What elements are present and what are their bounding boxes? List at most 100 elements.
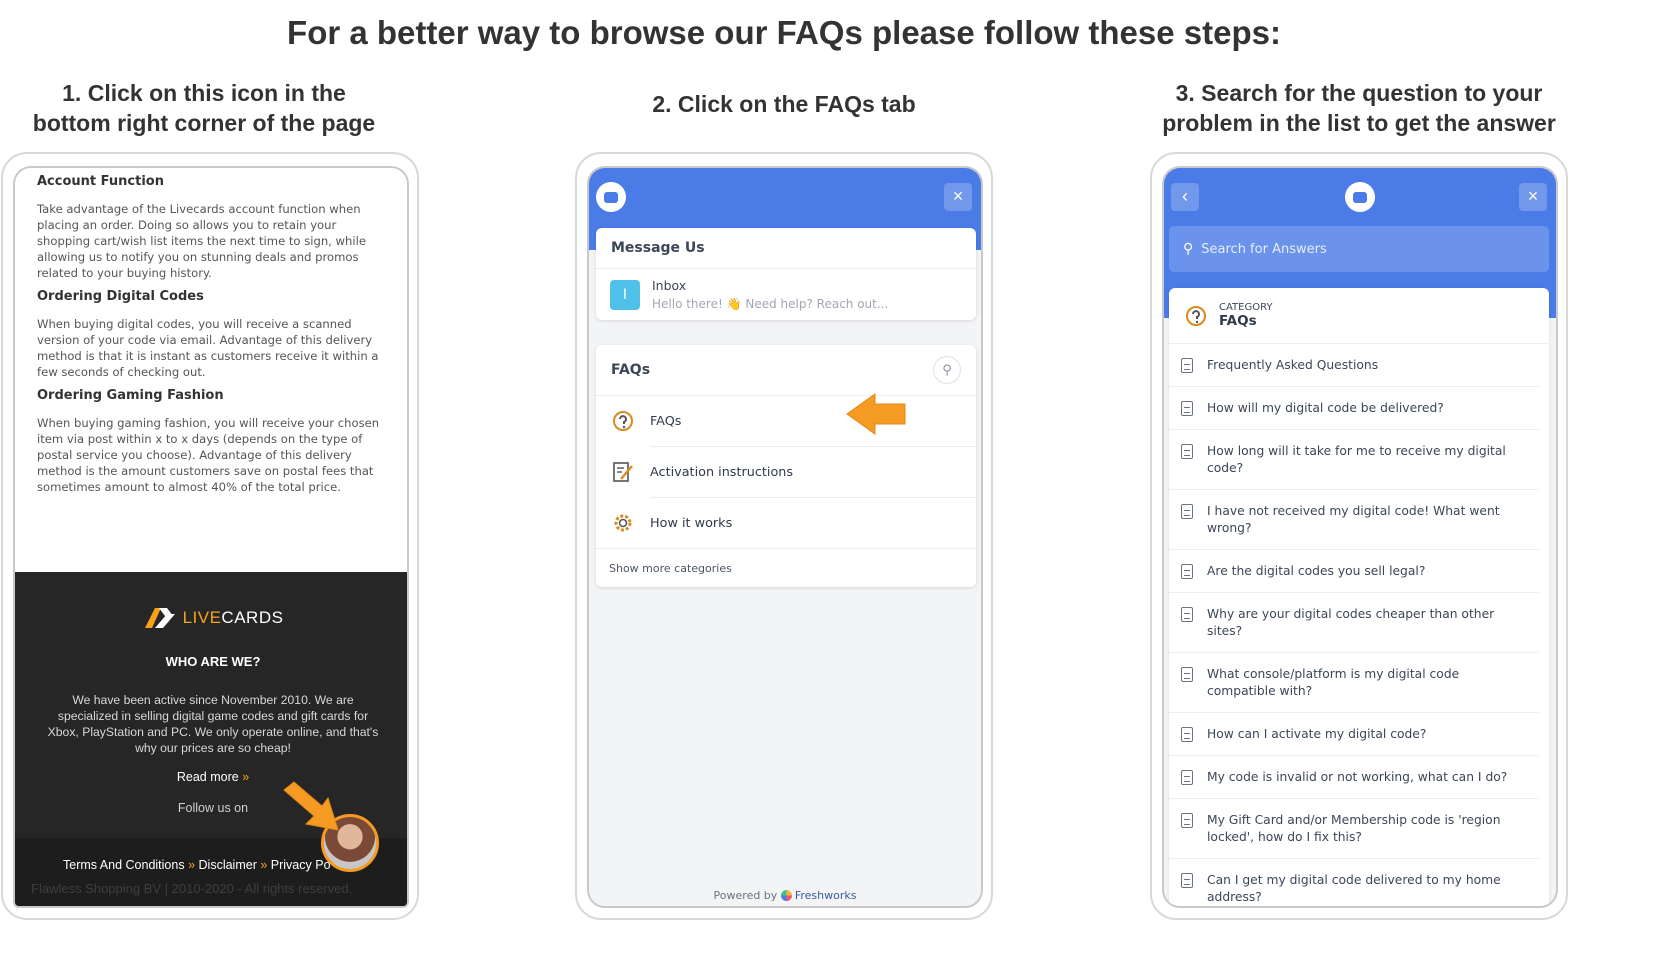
livecards-logo-text: LIVECARDS: [182, 608, 284, 627]
close-button[interactable]: ×: [1519, 183, 1547, 211]
document-icon: [1181, 813, 1193, 828]
section-body: Take advantage of the Livecards account …: [37, 202, 366, 280]
arrow-pointer-left: [846, 393, 906, 435]
search-icon: ⚲: [1183, 241, 1194, 257]
faqs-card-title: FAQs: [611, 362, 651, 378]
category-faqs[interactable]: FAQs: [596, 396, 976, 446]
faq-list-card: CATEGORY FAQs Frequently Asked Questions…: [1169, 288, 1549, 906]
category-name: FAQs: [1219, 313, 1257, 329]
section-heading: Ordering Digital Codes: [37, 289, 204, 304]
document-icon: [1181, 873, 1193, 888]
phone-frame-3: ‹ × ⚲ Search for Answers CATEGORY FAQs F…: [1150, 152, 1568, 920]
step-1-line-1: 1. Click on this icon in the: [62, 80, 346, 106]
question-text: Frequently Asked Questions: [1207, 358, 1379, 372]
chat-widget-screen: × Message Us I Inbox Hello there! 👋 Need…: [587, 166, 983, 908]
question-list: Frequently Asked Questions How will my di…: [1169, 344, 1549, 906]
gear-icon: [610, 510, 636, 536]
phone-frame-2: × Message Us I Inbox Hello there! 👋 Need…: [575, 152, 993, 920]
step-3-line-1: 3. Search for the question to your: [1175, 80, 1543, 106]
question-text: Why are your digital codes cheaper than …: [1207, 607, 1495, 638]
category-activation[interactable]: Activation instructions: [596, 447, 976, 497]
step-3-title: 3. Search for the question to your probl…: [1150, 78, 1568, 138]
question-text: How can I activate my digital code?: [1207, 727, 1427, 741]
chat-logo-icon: [1345, 182, 1375, 212]
faq-question-item[interactable]: Why are your digital codes cheaper than …: [1169, 593, 1539, 653]
chat-logo-icon: [596, 182, 626, 212]
arrow-pointer-down-right: [283, 781, 339, 831]
faq-question-item[interactable]: Can I get my digital code delivered to m…: [1169, 859, 1539, 906]
website-screen: Account Function Take advantage of the L…: [13, 166, 409, 908]
faq-question-item[interactable]: How can I activate my digital code?: [1169, 713, 1539, 756]
inbox-item[interactable]: I Inbox Hello there! 👋 Need help? Reach …: [596, 269, 976, 320]
step-1-title: 1. Click on this icon in the bottom righ…: [0, 78, 408, 138]
faq-question-item[interactable]: Are the digital codes you sell legal?: [1169, 550, 1539, 593]
faq-question-item[interactable]: I have not received my digital code! Wha…: [1169, 490, 1539, 550]
activation-icon: [610, 459, 636, 485]
step-3-line-2: problem in the list to get the answer: [1162, 110, 1556, 136]
question-text: How will my digital code be delivered?: [1207, 401, 1444, 415]
step-1-line-2: bottom right corner of the page: [32, 110, 376, 136]
who-are-we-heading: WHO ARE WE?: [165, 654, 261, 669]
page-title: For a better way to browse our FAQs plea…: [287, 14, 1281, 51]
inbox-preview: Hello there! 👋 Need help? Reach out...: [652, 297, 889, 311]
follow-us-label: Follow us on: [177, 801, 249, 815]
faq-list-screen: ‹ × ⚲ Search for Answers CATEGORY FAQs F…: [1162, 166, 1558, 908]
faq-question-item[interactable]: How will my digital code be delivered?: [1169, 387, 1539, 430]
faqs-card: FAQs ⚲ FAQs Activation instructions How …: [596, 345, 976, 587]
document-icon: [1181, 607, 1193, 622]
search-icon[interactable]: ⚲: [933, 356, 961, 384]
faq-question-item[interactable]: My Gift Card and/or Membership code is '…: [1169, 799, 1539, 859]
copyright-text: Flawless Shopping BV | 2010-2020 - All r…: [31, 881, 353, 896]
faq-question-item[interactable]: Frequently Asked Questions: [1169, 344, 1539, 387]
show-more-categories-link[interactable]: Show more categories: [596, 549, 976, 587]
category-label: FAQs: [650, 413, 682, 429]
inbox-title: Inbox: [652, 278, 687, 293]
category-label: How it works: [650, 515, 733, 531]
faq-icon: [610, 408, 636, 434]
footer-links: Terms And Conditions » Disclaimer » Priv…: [63, 858, 331, 872]
phone-frame-1: Account Function Take advantage of the L…: [1, 152, 419, 920]
category-how-it-works[interactable]: How it works: [596, 498, 976, 548]
question-text: Are the digital codes you sell legal?: [1207, 564, 1426, 578]
category-label: CATEGORY: [1219, 302, 1273, 313]
document-icon: [1181, 564, 1193, 579]
faq-icon: [1183, 303, 1209, 329]
question-text: Can I get my digital code delivered to m…: [1207, 873, 1501, 904]
section-body: When buying digital codes, you will rece…: [37, 317, 379, 379]
message-us-card: Message Us I Inbox Hello there! 👋 Need h…: [596, 228, 976, 320]
faq-question-item[interactable]: What console/platform is my digital code…: [1169, 653, 1539, 713]
step-2-title: 2. Click on the FAQs tab: [652, 91, 916, 117]
document-icon: [1181, 770, 1193, 785]
message-us-title: Message Us: [611, 240, 705, 256]
document-icon: [1181, 667, 1193, 682]
document-icon: [1181, 401, 1193, 416]
close-button[interactable]: ×: [944, 183, 972, 211]
question-text: My Gift Card and/or Membership code is '…: [1207, 813, 1501, 844]
livecards-logo-icon: [144, 608, 175, 628]
category-label: Activation instructions: [650, 464, 794, 480]
faq-text-section: Account Function Take advantage of the L…: [37, 172, 387, 503]
question-text: How long will it take for me to receive …: [1207, 444, 1506, 475]
document-icon: [1181, 504, 1193, 519]
freshworks-logo-icon: [780, 890, 792, 901]
disclaimer-link[interactable]: Disclaimer: [199, 858, 257, 872]
question-text: My code is invalid or not working, what …: [1207, 770, 1508, 784]
document-icon: [1181, 727, 1193, 742]
faq-question-item[interactable]: My code is invalid or not working, what …: [1169, 756, 1539, 799]
read-more-link[interactable]: Read more »: [15, 770, 407, 784]
section-heading: Ordering Gaming Fashion: [37, 388, 224, 403]
question-text: I have not received my digital code! Wha…: [1207, 504, 1500, 535]
terms-link[interactable]: Terms And Conditions: [63, 858, 185, 872]
section-heading: Account Function: [37, 174, 164, 189]
faq-question-item[interactable]: How long will it take for me to receive …: [1169, 430, 1539, 490]
document-icon: [1181, 444, 1193, 459]
section-body: When buying gaming fashion, you will rec…: [37, 416, 380, 494]
question-text: What console/platform is my digital code…: [1207, 667, 1460, 698]
privacy-link[interactable]: Privacy Po: [271, 858, 331, 872]
livecards-logo[interactable]: LIVECARDS: [15, 606, 407, 630]
category-header: CATEGORY FAQs: [1169, 288, 1549, 344]
search-input[interactable]: ⚲ Search for Answers: [1169, 226, 1549, 272]
about-text: We have been active since November 2010.…: [47, 693, 379, 755]
back-button[interactable]: ‹: [1171, 183, 1199, 211]
inbox-icon: I: [610, 279, 640, 310]
